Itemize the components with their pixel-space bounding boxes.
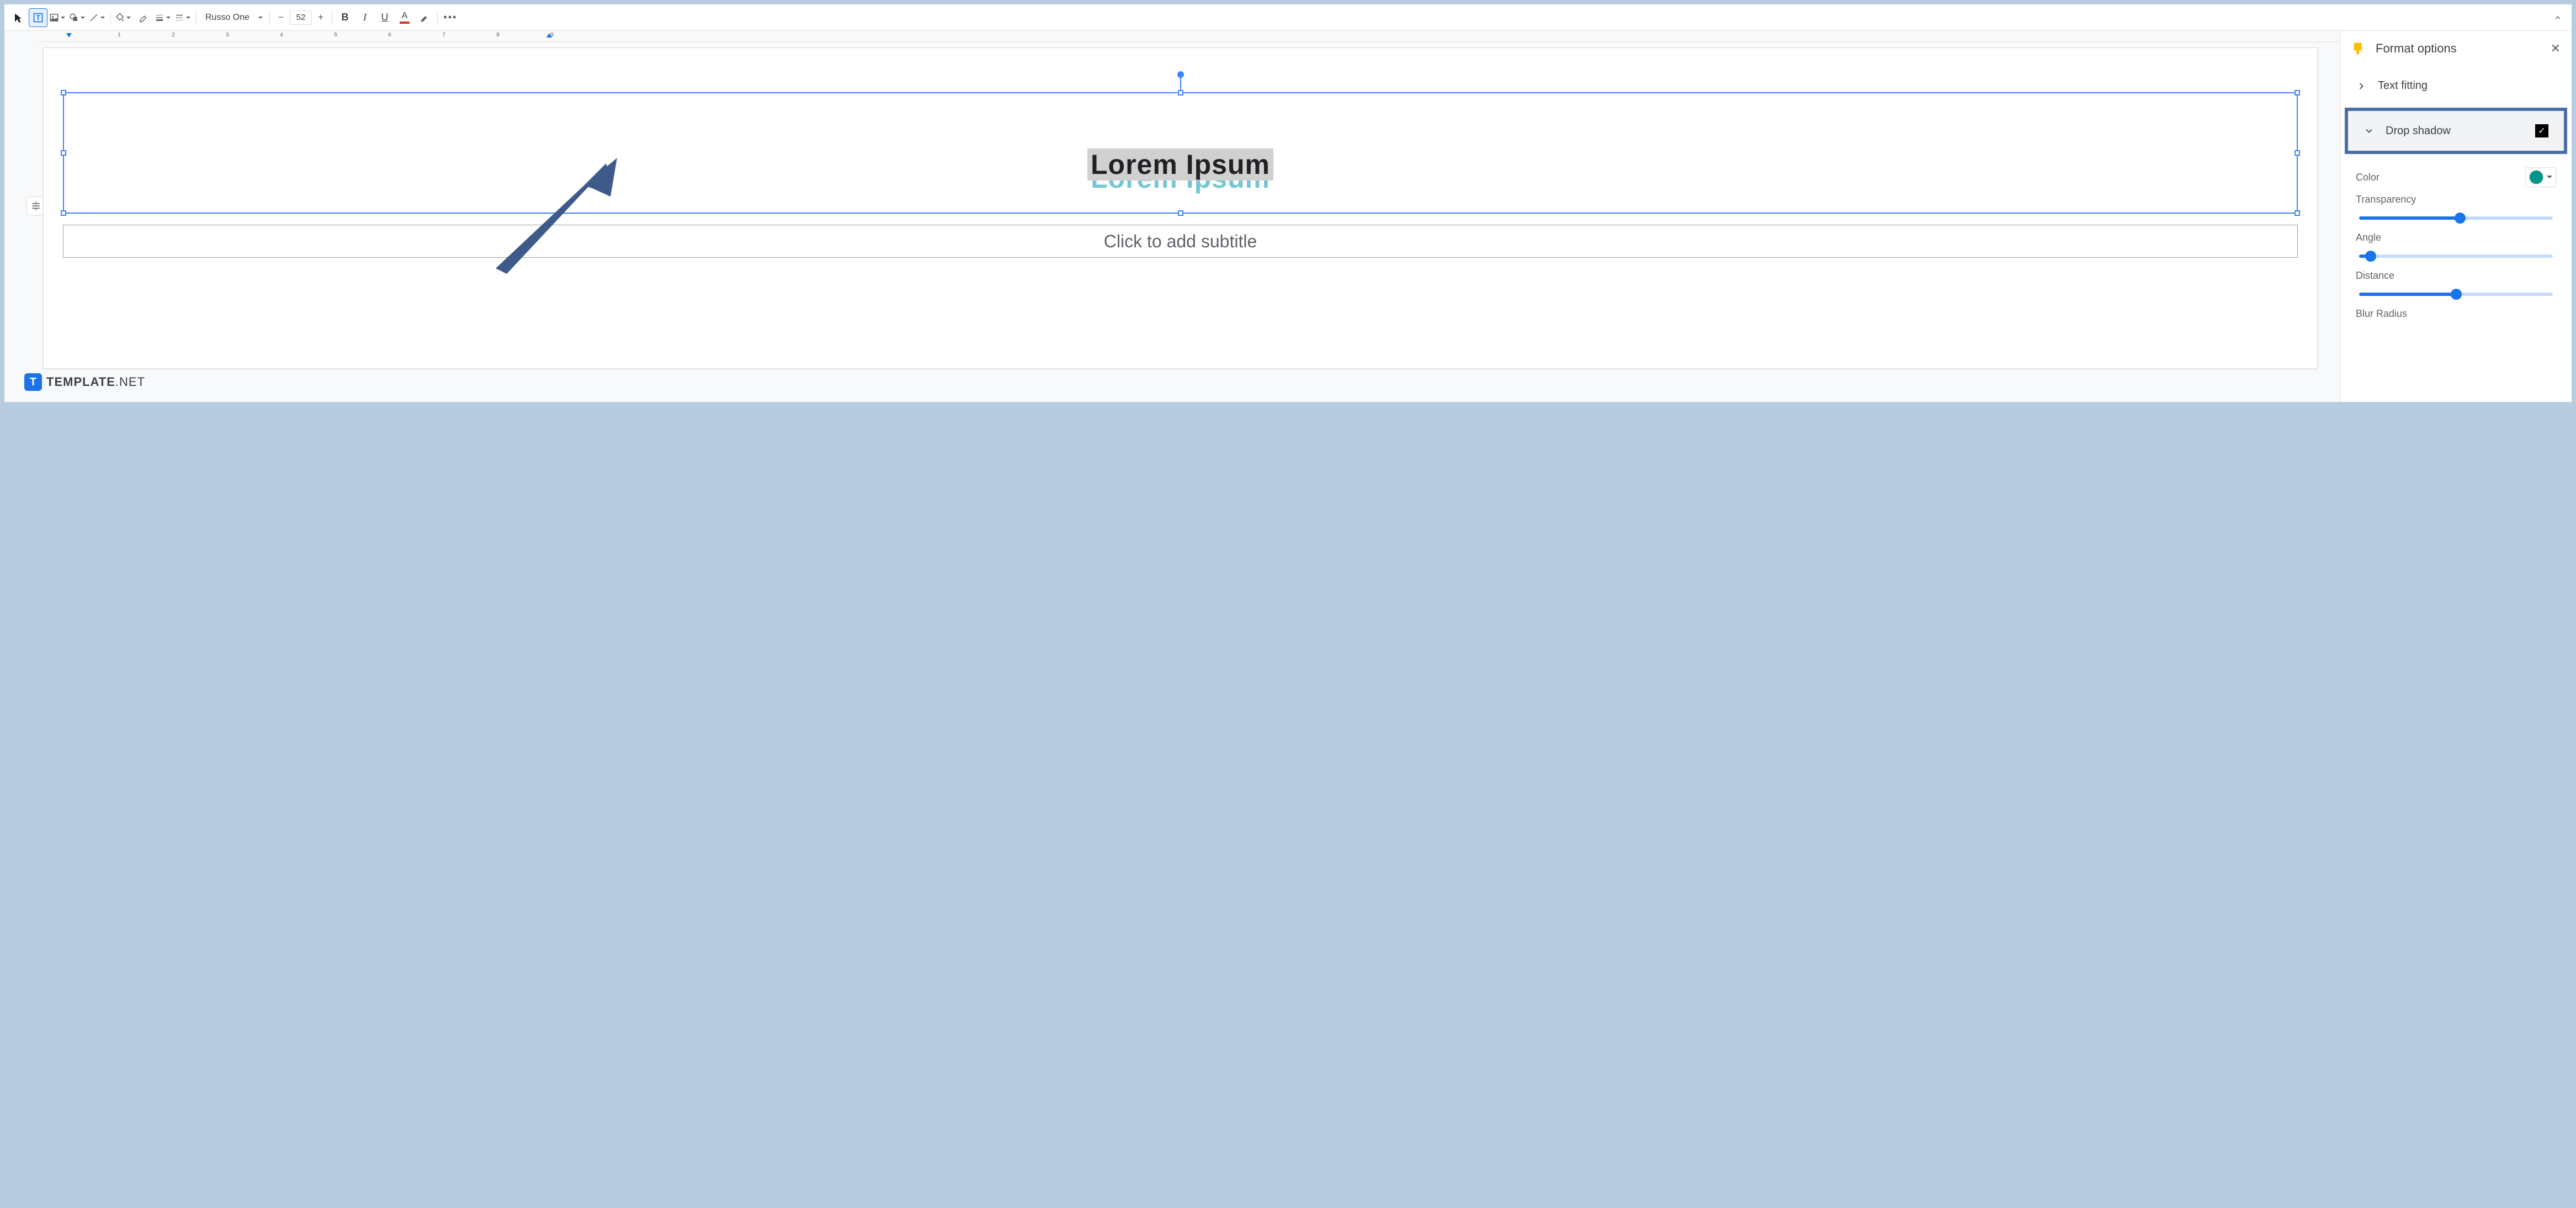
ruler-tick-label: 9 — [550, 32, 554, 38]
textbox-tool[interactable]: T — [29, 8, 47, 27]
slider-thumb[interactable] — [2451, 289, 2462, 300]
highlight-color-button[interactable] — [415, 8, 434, 27]
angle-group: Angle — [2356, 230, 2556, 268]
resize-handle-br[interactable] — [2295, 210, 2300, 216]
text-fitting-section[interactable]: Text fitting — [2340, 66, 2572, 105]
separator — [437, 11, 438, 24]
fit-to-window-button[interactable] — [26, 197, 45, 215]
decrease-font-button[interactable]: − — [273, 10, 289, 25]
horizontal-ruler[interactable]: 1 2 3 4 5 6 7 8 9 — [38, 31, 2340, 42]
border-color-tool[interactable] — [134, 8, 153, 27]
angle-label: Angle — [2356, 232, 2556, 243]
font-size-input[interactable] — [290, 10, 312, 25]
fill-color-tool[interactable] — [114, 8, 133, 27]
distance-group: Distance — [2356, 268, 2556, 306]
color-label: Color — [2356, 172, 2380, 183]
app-window: T Russo One − + B — [4, 4, 2572, 402]
drop-shadow-body: Color Transparency Angle — [2340, 156, 2572, 335]
ruler-tick-label: 5 — [334, 32, 337, 38]
image-tool[interactable] — [49, 8, 67, 27]
slide-canvas[interactable]: Lorem Ipsum Lorem Ipsum Click to add sub… — [43, 47, 2318, 369]
separator — [110, 11, 111, 24]
watermark-text: TEMPLATE.NET — [46, 375, 145, 389]
ruler-indent-marker[interactable] — [65, 32, 73, 42]
svg-text:T: T — [36, 14, 40, 22]
text-color-letter: A — [402, 11, 408, 21]
slider-thumb[interactable] — [2455, 213, 2466, 224]
blur-group: Blur Radius — [2356, 306, 2556, 320]
chevron-right-icon — [2356, 81, 2367, 92]
format-options-icon — [2351, 41, 2367, 56]
main-area: 123456789 Lorem Ips — [4, 31, 2572, 402]
shadow-color-picker[interactable] — [2525, 167, 2556, 187]
subtitle-placeholder: Click to add subtitle — [1104, 231, 1257, 252]
slider-fill — [2359, 293, 2456, 296]
watermark-brand: TEMPLATE — [46, 375, 115, 389]
blur-label: Blur Radius — [2356, 308, 2556, 320]
slider-thumb[interactable] — [2365, 251, 2376, 262]
border-weight-tool[interactable] — [154, 8, 173, 27]
font-size-group: − + — [273, 8, 328, 27]
ruler-tick-label: 7 — [442, 32, 445, 38]
text-fitting-label: Text fitting — [2378, 80, 2556, 92]
text-color-bar — [400, 22, 410, 24]
ruler-tick-label: 2 — [172, 32, 175, 38]
line-tool[interactable] — [88, 8, 107, 27]
drop-shadow-checkbox[interactable]: ✓ — [2535, 124, 2548, 137]
shadow-color-swatch — [2529, 170, 2543, 184]
drop-shadow-section[interactable]: Drop shadow ✓ — [2345, 108, 2567, 154]
chevron-down-icon — [2363, 125, 2375, 136]
distance-label: Distance — [2356, 270, 2556, 282]
title-content: Lorem Ipsum Lorem Ipsum — [64, 93, 2297, 181]
more-tools-button[interactable]: ••• — [441, 8, 460, 27]
title-text[interactable]: Lorem Ipsum — [1087, 149, 1273, 181]
bold-button[interactable]: B — [336, 8, 354, 27]
transparency-label: Transparency — [2356, 194, 2556, 205]
transparency-slider[interactable] — [2359, 216, 2553, 220]
resize-handle-bl[interactable] — [61, 210, 66, 216]
ruler-tick-label: 1 — [118, 32, 121, 38]
subtitle-textbox[interactable]: Click to add subtitle — [63, 225, 2298, 258]
increase-font-button[interactable]: + — [313, 10, 328, 25]
border-dash-tool[interactable] — [174, 8, 193, 27]
shape-tool[interactable] — [68, 8, 87, 27]
panel-header: Format options ✕ — [2340, 31, 2572, 66]
text-color-button[interactable]: A — [395, 8, 414, 27]
panel-title: Format options — [2376, 41, 2542, 56]
watermark: T TEMPLATE.NET — [24, 373, 145, 391]
angle-slider[interactable] — [2359, 255, 2553, 258]
slider-fill — [2359, 216, 2460, 220]
ruler-tick-label: 6 — [388, 32, 391, 38]
format-options-panel: Format options ✕ Text fitting Drop shado… — [2340, 31, 2572, 402]
underline-button[interactable]: U — [375, 8, 394, 27]
ruler-tick-label: 4 — [280, 32, 283, 38]
distance-slider[interactable] — [2359, 293, 2553, 296]
font-family-select[interactable]: Russo One — [200, 8, 266, 27]
ruler-tick-label: 3 — [226, 32, 229, 38]
watermark-logo-icon: T — [24, 373, 42, 391]
close-panel-button[interactable]: ✕ — [2551, 41, 2561, 56]
transparency-group: Transparency — [2356, 192, 2556, 230]
ruler-tick-label: 8 — [496, 32, 500, 38]
resize-handle-bm[interactable] — [1178, 210, 1183, 216]
select-tool[interactable] — [9, 8, 28, 27]
rotation-handle[interactable] — [1177, 71, 1184, 78]
title-textbox[interactable]: Lorem Ipsum Lorem Ipsum — [63, 92, 2298, 214]
watermark-suffix: .NET — [115, 375, 145, 389]
collapse-toolbar-button[interactable] — [2548, 8, 2567, 27]
separator — [269, 11, 270, 24]
italic-button[interactable]: I — [355, 8, 374, 27]
canvas-area: 123456789 Lorem Ips — [4, 31, 2340, 402]
toolbar: T Russo One − + B — [4, 4, 2572, 31]
drop-shadow-label: Drop shadow — [2386, 125, 2524, 137]
color-row: Color — [2356, 163, 2556, 192]
